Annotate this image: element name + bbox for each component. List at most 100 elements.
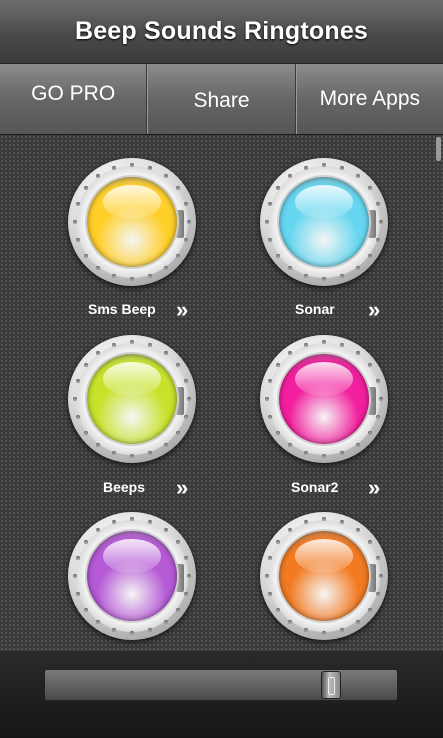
rivet — [176, 430, 181, 435]
rivet — [112, 451, 117, 456]
rivet — [147, 519, 152, 524]
sound-grid[interactable]: Sms Beep » Sonar » Beeps » Sonar2 » — [0, 135, 443, 651]
sound-glass — [279, 177, 369, 267]
rivet — [73, 397, 77, 401]
sound-label-sonar: Sonar — [295, 301, 335, 317]
rivet — [147, 165, 152, 170]
rivet — [130, 163, 134, 167]
seek-slider-knob[interactable] — [321, 671, 341, 699]
rivet — [130, 277, 134, 281]
rivet — [75, 591, 80, 596]
rivet — [275, 253, 280, 258]
sms-beep-chevron-icon[interactable]: » — [176, 299, 189, 321]
rivet — [376, 237, 381, 242]
rivet — [163, 620, 168, 625]
sound-glass — [279, 354, 369, 444]
rivet — [184, 414, 189, 419]
rivet — [130, 631, 134, 635]
rivet — [376, 556, 381, 561]
seek-slider-track[interactable] — [44, 669, 398, 701]
app-title-bar: Beep Sounds Ringtones — [0, 0, 443, 64]
rivet — [275, 607, 280, 612]
sound-button-sms-beep[interactable] — [68, 158, 196, 286]
rivet — [379, 397, 383, 401]
rivet — [265, 397, 269, 401]
rivet — [304, 451, 309, 456]
rivet — [376, 414, 381, 419]
player-bar — [0, 651, 443, 738]
rivet — [130, 340, 134, 344]
sound-button-sonar[interactable] — [260, 158, 388, 286]
sonar-chevron-icon[interactable]: » — [368, 299, 381, 321]
rivet — [355, 350, 360, 355]
rivet — [163, 443, 168, 448]
rivet — [322, 340, 326, 344]
rivet — [130, 454, 134, 458]
rivet — [75, 414, 80, 419]
rivet — [339, 519, 344, 524]
rivet — [187, 220, 191, 224]
rivet — [83, 430, 88, 435]
sonar2-chevron-icon[interactable]: » — [368, 477, 381, 499]
rivet — [130, 517, 134, 521]
rivet — [368, 186, 373, 191]
sound-button-beeps[interactable] — [68, 335, 196, 463]
rivet — [288, 443, 293, 448]
sound-glass — [87, 354, 177, 444]
beeps-chevron-icon[interactable]: » — [176, 477, 189, 499]
rivet — [187, 574, 191, 578]
rivet — [112, 628, 117, 633]
rivet — [176, 253, 181, 258]
rivet — [147, 342, 152, 347]
rivet — [176, 186, 181, 191]
sound-label-sonar2: Sonar2 — [291, 479, 339, 495]
rivet — [163, 350, 168, 355]
rivet — [368, 540, 373, 545]
rivet — [379, 574, 383, 578]
rivet — [376, 379, 381, 384]
rivet — [176, 540, 181, 545]
rivet — [265, 574, 269, 578]
rivet — [322, 277, 326, 281]
app-title: Beep Sounds Ringtones — [74, 17, 369, 45]
rivet — [355, 173, 360, 178]
rivet — [83, 607, 88, 612]
rivet — [73, 574, 77, 578]
rivet — [368, 607, 373, 612]
rivet — [275, 430, 280, 435]
rivet — [147, 451, 152, 456]
more-apps-button[interactable]: More Apps — [295, 64, 443, 134]
rivet — [147, 274, 152, 279]
scrollbar-thumb[interactable] — [436, 137, 441, 161]
rivet — [267, 237, 272, 242]
rivet — [176, 363, 181, 368]
sound-label-beeps: Beeps — [103, 479, 146, 495]
rivet — [265, 220, 269, 224]
rivet — [368, 363, 373, 368]
sound-label-sms-beep: Sms Beep — [88, 301, 156, 317]
rivet — [176, 607, 181, 612]
rivet — [322, 631, 326, 635]
rivet — [73, 220, 77, 224]
rivet — [339, 342, 344, 347]
rivet — [339, 628, 344, 633]
sound-button-purple[interactable] — [68, 512, 196, 640]
rivet — [184, 591, 189, 596]
rivet — [267, 591, 272, 596]
rivet — [288, 266, 293, 271]
rivet — [83, 253, 88, 258]
share-button[interactable]: Share — [147, 64, 296, 134]
sound-button-sonar2[interactable] — [260, 335, 388, 463]
rivet — [184, 202, 189, 207]
rivet — [376, 591, 381, 596]
rivet — [96, 620, 101, 625]
rivet — [163, 266, 168, 271]
go-pro-button[interactable]: GO PRO — [0, 64, 148, 134]
rivet — [267, 414, 272, 419]
rivet — [96, 266, 101, 271]
sound-button-orange[interactable] — [260, 512, 388, 640]
rivet — [147, 628, 152, 633]
rivet — [355, 620, 360, 625]
rivet — [304, 274, 309, 279]
rivet — [187, 397, 191, 401]
